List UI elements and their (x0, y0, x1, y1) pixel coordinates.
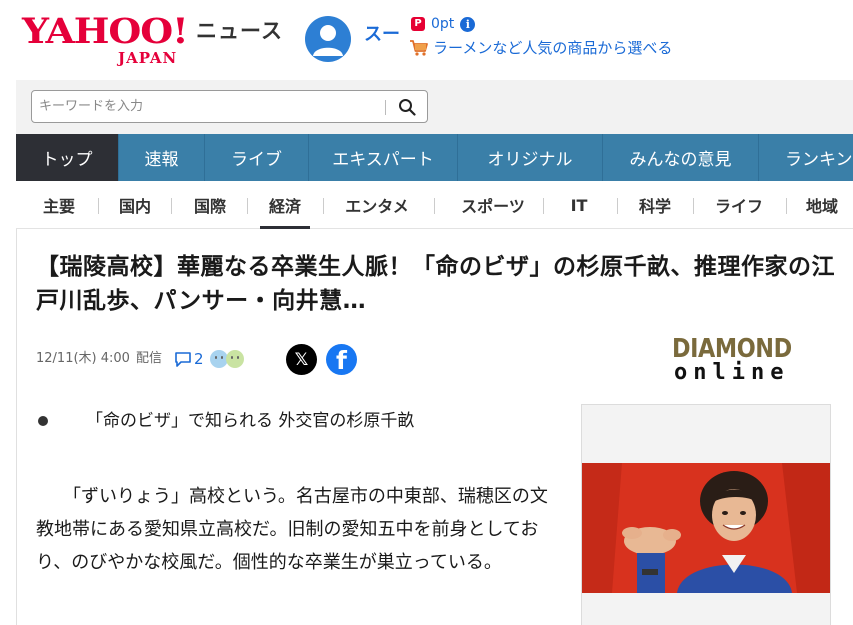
reaction-face-icon (209, 350, 228, 368)
category-economy[interactable]: 経済 (252, 181, 318, 229)
photo-illustration (582, 463, 830, 593)
yahoo-japan-logo[interactable]: YAHOO! JAPAN (22, 11, 192, 67)
category-separator (434, 198, 435, 214)
tab-opinions[interactable]: みんなの意見 (603, 134, 759, 181)
category-main[interactable]: 主要 (30, 181, 88, 229)
tab-expert[interactable]: エキスパート (309, 134, 458, 181)
search-input[interactable] (39, 96, 379, 117)
share-x-button[interactable]: 𝕏 (286, 344, 317, 375)
tab-live[interactable]: ライブ (205, 134, 309, 181)
paypay-icon: P (411, 17, 425, 31)
source-logo-top: DIAMOND (672, 334, 792, 364)
article-meta: 12/11(木) 4:00 配信 2 (36, 344, 244, 374)
tab-original[interactable]: オリジナル (458, 134, 603, 181)
article-photo[interactable] (581, 404, 831, 625)
publish-label: 配信 (135, 351, 162, 366)
promo-text[interactable]: ラーメンなど人気の商品から選べる (433, 39, 672, 57)
logo-japan-text: JAPAN (118, 49, 178, 67)
site-header: YAHOO! JAPAN ニュース スー P 0pt i ラーメンなど人気の商品… (0, 0, 853, 80)
bullet-text: 「命のビザ」で知られる 外交官の杉原千畝 (86, 411, 415, 431)
category-it[interactable]: IT (548, 181, 610, 229)
user-name[interactable]: スー (364, 24, 400, 46)
search-icon (399, 99, 416, 116)
source-logo-bottom: online (674, 360, 790, 385)
search-button[interactable] (392, 95, 422, 119)
category-separator (247, 198, 248, 214)
article-headline: 【瑞陵高校】華麗なる卒業生人脈！「命のビザ」の杉原千畝、推理作家の江戸川乱歩、パ… (36, 254, 835, 314)
article-paragraph: 「ずいりょう」高校という。名古屋市の中東部、瑞穂区の文教地帯にある愛知県立高校だ… (36, 486, 548, 573)
comment-count[interactable]: 2 (194, 350, 204, 368)
main-nav: トップ 速報 ライブ エキスパート オリジナル みんなの意見 ランキング (16, 134, 853, 181)
category-entertainment[interactable]: エンタメ (328, 181, 426, 229)
article-bullet: 「命のビザ」で知られる 外交官の杉原千畝 (38, 408, 414, 434)
search-box (31, 90, 428, 123)
info-icon[interactable]: i (460, 16, 476, 32)
category-nav: 主要 国内 国際 経済 エンタメ スポーツ IT 科学 ライフ 地域 (16, 181, 853, 229)
tab-breaking[interactable]: 速報 (119, 134, 205, 181)
category-separator (786, 198, 787, 214)
category-sports[interactable]: スポーツ (441, 181, 545, 229)
category-local[interactable]: 地域 (792, 181, 852, 229)
reaction-face-icon (225, 350, 244, 368)
category-separator (543, 198, 544, 214)
category-domestic[interactable]: 国内 (104, 181, 166, 229)
comments-link[interactable]: 2 (174, 350, 244, 368)
category-separator (617, 198, 618, 214)
publish-date: 12/11(木) 4:00 (36, 351, 130, 366)
category-life[interactable]: ライフ (698, 181, 780, 229)
cart-icon (409, 39, 429, 57)
points-row[interactable]: P 0pt i (411, 14, 476, 34)
category-separator (171, 198, 172, 214)
share-facebook-button[interactable]: f (326, 344, 357, 375)
category-separator (323, 198, 324, 214)
comment-icon (174, 350, 192, 368)
category-science[interactable]: 科学 (622, 181, 688, 229)
points-value[interactable]: 0pt (431, 15, 454, 33)
tab-top[interactable]: トップ (16, 134, 119, 181)
search-divider (385, 100, 386, 115)
category-separator (693, 198, 694, 214)
bullet-dot (38, 416, 48, 426)
tab-ranking[interactable]: ランキング (759, 134, 853, 181)
diamond-online-logo[interactable]: DIAMOND online (672, 334, 792, 385)
promo-link[interactable]: ラーメンなど人気の商品から選べる (409, 38, 672, 58)
category-separator (98, 198, 99, 214)
service-name[interactable]: ニュース (196, 18, 283, 44)
category-world[interactable]: 国際 (178, 181, 242, 229)
logo-yahoo-text: YAHOO! (22, 11, 189, 52)
user-avatar-icon[interactable] (305, 16, 351, 62)
